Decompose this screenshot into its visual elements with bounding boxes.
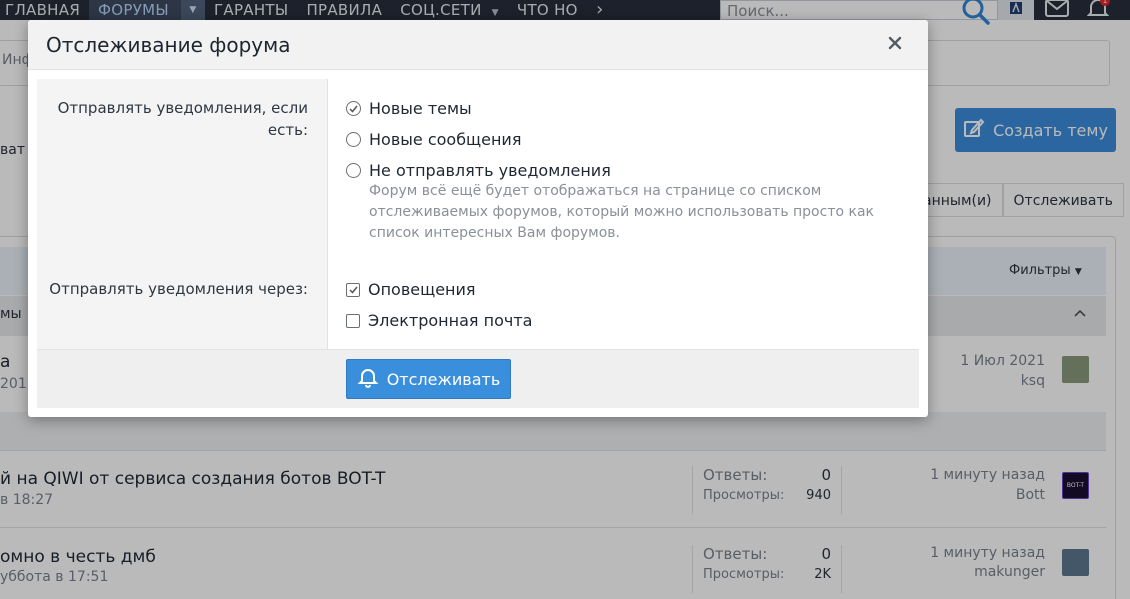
radio-label: Новые сообщения xyxy=(369,130,522,149)
checkbox-email[interactable]: Электронная почта xyxy=(346,311,532,330)
checkbox-unchecked-icon[interactable] xyxy=(346,313,360,328)
send-via-label: Отправлять уведомления через: xyxy=(49,280,308,298)
checkbox-checked-icon[interactable] xyxy=(346,282,360,297)
checkbox-alerts[interactable]: Оповещения xyxy=(346,280,476,299)
radio-label: Не отправлять уведомления xyxy=(369,161,611,180)
close-icon xyxy=(888,35,902,54)
radio-unchecked-icon[interactable] xyxy=(346,132,361,147)
form-label-column: Отправлять уведомления, если есть: Отпра… xyxy=(37,79,328,349)
dialog-footer: Отслеживать xyxy=(37,349,919,408)
dialog-title: Отслеживание форума xyxy=(46,33,291,57)
watch-submit-label: Отслеживать xyxy=(386,369,501,389)
radio-no-notifications[interactable]: Не отправлять уведомления xyxy=(346,161,611,180)
bell-icon xyxy=(357,366,379,392)
radio-label: Новые темы xyxy=(369,99,472,118)
watch-forum-dialog: Отслеживание форума Отправлять уведомлен… xyxy=(28,20,928,417)
close-button[interactable] xyxy=(884,33,906,55)
send-if-label: Отправлять уведомления, если есть: xyxy=(57,99,308,139)
no-notifications-hint: Форум всё ещё будет отображаться на стра… xyxy=(369,183,874,241)
radio-unchecked-icon[interactable] xyxy=(346,163,361,178)
checkbox-label: Электронная почта xyxy=(368,311,533,330)
radio-checked-icon[interactable] xyxy=(346,101,361,116)
radio-new-posts[interactable]: Новые сообщения xyxy=(346,130,521,149)
dialog-header: Отслеживание форума xyxy=(28,20,928,70)
checkbox-label: Оповещения xyxy=(368,280,476,299)
watch-submit-button[interactable]: Отслеживать xyxy=(346,359,511,399)
radio-new-threads[interactable]: Новые темы xyxy=(346,99,472,118)
